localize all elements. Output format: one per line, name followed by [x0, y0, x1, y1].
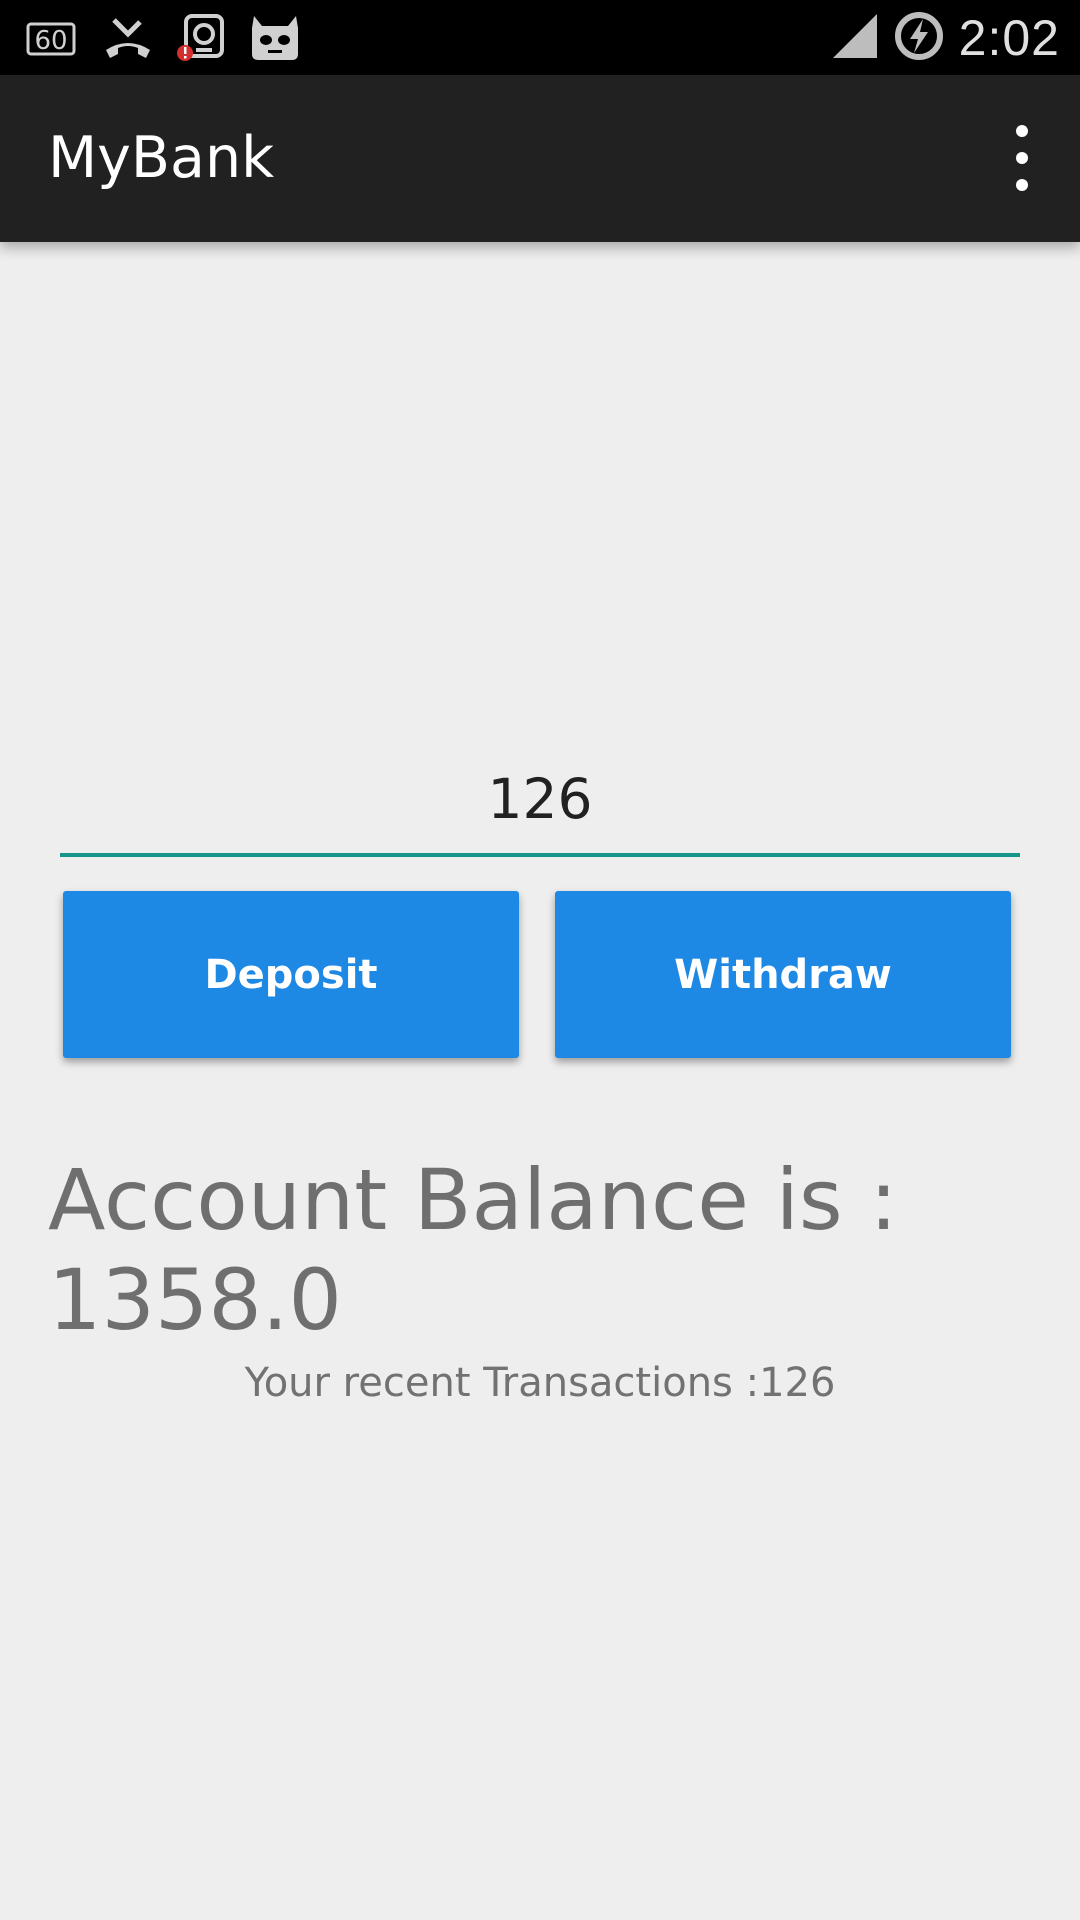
- app-alert-icon: [176, 14, 226, 62]
- deposit-button[interactable]: Deposit: [63, 891, 519, 1058]
- app-title: MyBank: [48, 125, 275, 191]
- account-balance-text: Account Balance is : 1358.0: [48, 1151, 898, 1349]
- recent-transactions-text: Your recent Transactions :126: [244, 1360, 836, 1406]
- status-time: 2:02: [958, 9, 1060, 66]
- app-bar: MyBank: [0, 75, 1080, 242]
- battery-charging-icon: [893, 10, 945, 66]
- svg-text:60: 60: [34, 26, 67, 56]
- amount-input[interactable]: [60, 745, 1020, 857]
- withdraw-button[interactable]: Withdraw: [555, 891, 1011, 1058]
- menu-dot: [1016, 125, 1028, 137]
- menu-dot: [1016, 152, 1028, 164]
- missed-call-icon: [102, 14, 154, 62]
- cell-signal-icon: [831, 12, 879, 64]
- notification-icons: 60: [24, 10, 302, 66]
- phone-screen: 60 2:02 MyBank 126 Deposit Withdraw Acco…: [0, 0, 1080, 1920]
- cyanogenmod-icon: [248, 14, 302, 62]
- status-bar: 60 2:02: [0, 0, 1080, 75]
- system-status: 2:02: [831, 0, 1060, 75]
- sixty-fps-icon: 60: [24, 18, 80, 58]
- more-vertical-icon[interactable]: [992, 125, 1052, 191]
- menu-dot: [1016, 179, 1028, 191]
